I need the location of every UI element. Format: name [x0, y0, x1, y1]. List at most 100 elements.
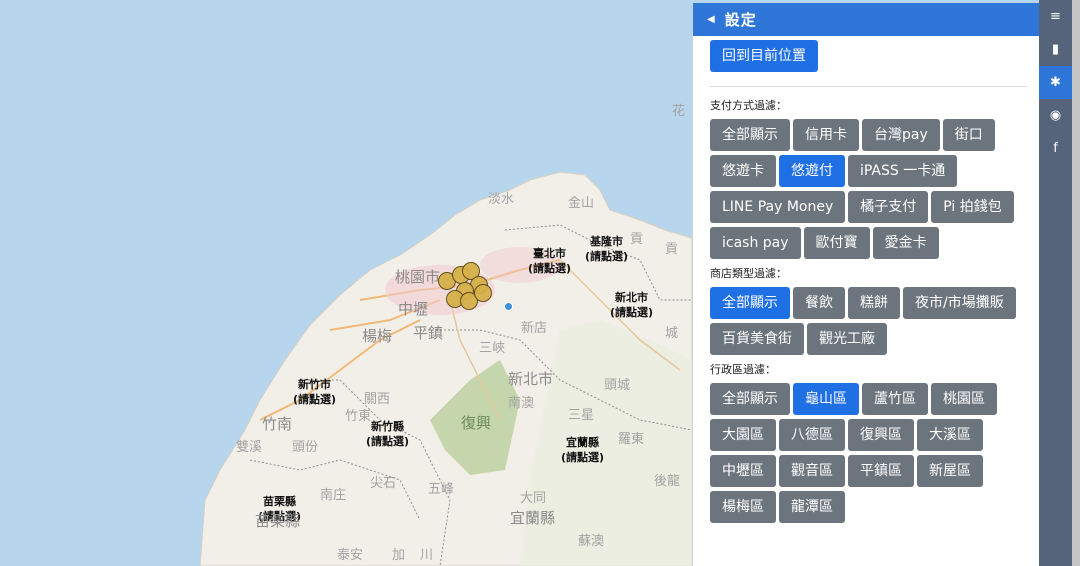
district-option-button[interactable]: 新屋區	[917, 455, 983, 487]
panel-body: 回到目前位置 支付方式過濾： 全部顯示 信用卡 台灣pay 街口 悠遊卡 悠遊付 iPASS…	[693, 36, 1039, 525]
place-label: 頭份	[292, 440, 319, 455]
payment-option-button[interactable]: icash pay	[710, 227, 801, 259]
place-label: 貢	[630, 232, 644, 247]
district-option-button[interactable]: 大園區	[710, 419, 776, 451]
region-hint: (請點選)	[561, 451, 605, 464]
place-label: 頭城	[604, 378, 631, 393]
sidebar-tabs: ≡ ▮ ✱ ◉ f	[1039, 0, 1072, 566]
place-label: 南澳	[508, 396, 535, 411]
locate-button[interactable]: 回到目前位置	[710, 40, 818, 72]
payment-filter-label: 支付方式過濾：	[710, 99, 787, 112]
place-label: 川	[420, 548, 434, 563]
place-label: 復興	[461, 414, 492, 432]
place-label: 三峽	[479, 341, 506, 356]
region-label-new-taipei[interactable]: 新北市 (請點選)	[610, 290, 653, 320]
region-hint: (請點選)	[293, 393, 337, 406]
region-hint: (請點選)	[585, 250, 629, 263]
payment-option-button[interactable]: 全部顯示	[710, 119, 790, 151]
region-name: 臺北市	[533, 247, 567, 260]
region-hint: (請點選)	[528, 262, 572, 275]
district-option-button[interactable]: 平鎮區	[848, 455, 914, 487]
district-option-button[interactable]: 龜山區	[793, 383, 859, 415]
divider	[710, 86, 1027, 87]
store-option-button[interactable]: 餐飲	[793, 287, 845, 319]
payment-option-button[interactable]: 歐付寶	[803, 227, 870, 259]
place-label: 中壢	[398, 300, 429, 318]
district-option-button[interactable]: 龍潭區	[779, 491, 845, 523]
place-label: 蘇澳	[578, 534, 605, 549]
panel-header: ◀ 設定	[693, 3, 1039, 36]
payment-option-button[interactable]: iPASS 一卡通	[848, 155, 958, 187]
region-name: 新竹市	[298, 378, 332, 391]
payment-option-button[interactable]: 信用卡	[793, 119, 859, 151]
district-option-button[interactable]: 中壢區	[710, 455, 776, 487]
place-label: 大同	[520, 491, 547, 506]
tab-facebook-icon[interactable]: f	[1039, 132, 1072, 165]
place-label: 城	[665, 326, 679, 341]
payment-option-button[interactable]: LINE Pay Money	[710, 191, 846, 223]
place-label: 新北市	[508, 370, 554, 388]
place-label: 加	[392, 548, 406, 563]
place-label: 後龍	[654, 474, 681, 489]
store-option-button[interactable]: 糕餅	[848, 287, 900, 319]
payment-option-button[interactable]: 街口	[942, 119, 995, 151]
github-icon: ◉	[1049, 108, 1062, 123]
district-filter-label: 行政區過濾：	[710, 363, 776, 376]
region-label-yilan[interactable]: 宜蘭縣 (請點選)	[561, 435, 604, 465]
place-label: 尖石	[370, 476, 397, 491]
tab-book-icon[interactable]: ▮	[1039, 33, 1072, 66]
place-label: 三星	[568, 408, 595, 423]
district-option-button[interactable]: 桃園區	[931, 383, 997, 415]
region-name: 宜蘭縣	[566, 436, 600, 449]
payment-option-button[interactable]: 悠遊卡	[710, 155, 776, 187]
payment-option-button[interactable]: 台灣pay	[862, 119, 940, 151]
place-label: 貢	[665, 242, 679, 257]
current-location-dot	[504, 302, 513, 311]
region-label-keelung[interactable]: 基隆市 (請點選)	[585, 234, 628, 264]
store-filter-label: 商店類型過濾：	[710, 267, 787, 280]
payment-option-button[interactable]: 悠遊付	[779, 155, 845, 187]
place-label: 宜蘭縣	[510, 509, 556, 527]
place-label: 竹南	[262, 415, 293, 433]
place-label: 五峰	[428, 482, 455, 497]
region-label-taipei[interactable]: 臺北市 (請點選)	[528, 246, 571, 276]
place-label: 桃園市	[395, 268, 441, 286]
store-marker[interactable]	[474, 284, 492, 302]
facebook-icon: f	[1053, 141, 1058, 156]
store-option-button[interactable]: 夜市/市場攤販	[903, 287, 1016, 319]
district-option-button[interactable]: 楊梅區	[710, 491, 776, 523]
payment-filter-group: 全部顯示 信用卡 台灣pay 街口悠遊卡 悠遊付 iPASS 一卡通 LINE Pay Mo…	[710, 119, 1027, 261]
place-label: 金山	[568, 196, 595, 211]
place-label: 南庄	[320, 488, 347, 503]
district-option-button[interactable]: 復興區	[848, 419, 914, 451]
place-label: 新店	[521, 321, 548, 336]
tab-menu-icon[interactable]: ≡	[1039, 0, 1072, 33]
payment-option-button[interactable]: 愛金卡	[872, 227, 939, 259]
store-option-button[interactable]: 百貨美食街	[710, 323, 804, 355]
collapse-caret-icon[interactable]: ◀	[707, 14, 715, 25]
place-label: 羅東	[618, 432, 645, 447]
region-name: 基隆市	[590, 235, 624, 248]
store-option-button[interactable]: 觀光工廠	[807, 323, 887, 355]
store-option-button[interactable]: 全部顯示	[710, 287, 790, 319]
district-option-button[interactable]: 觀音區	[779, 455, 845, 487]
place-label: 竹東	[345, 409, 372, 424]
region-name: 新竹縣	[371, 420, 405, 433]
panel-title: 設定	[724, 11, 757, 29]
payment-option-button[interactable]: 橘子支付	[848, 191, 929, 223]
district-option-button[interactable]: 蘆竹區	[862, 383, 928, 415]
scrollbar-track[interactable]	[1072, 0, 1080, 566]
district-option-button[interactable]: 全部顯示	[710, 383, 790, 415]
payment-option-button[interactable]: Pi 拍錢包	[931, 191, 1014, 223]
tab-gear-icon[interactable]: ✱	[1039, 66, 1072, 99]
menu-icon: ≡	[1050, 9, 1061, 24]
place-label: 花	[672, 104, 686, 119]
place-label: 雙溪	[236, 440, 263, 455]
district-option-button[interactable]: 大溪區	[917, 419, 983, 451]
place-label: 泰安	[337, 548, 364, 563]
tab-github-icon[interactable]: ◉	[1039, 99, 1072, 132]
region-label-hsinchu-city[interactable]: 新竹市 (請點選)	[293, 377, 336, 407]
region-label-hsinchu-county[interactable]: 新竹縣 (請點選)	[366, 419, 409, 449]
place-label: 淡水	[488, 192, 515, 207]
district-option-button[interactable]: 八德區	[779, 419, 845, 451]
